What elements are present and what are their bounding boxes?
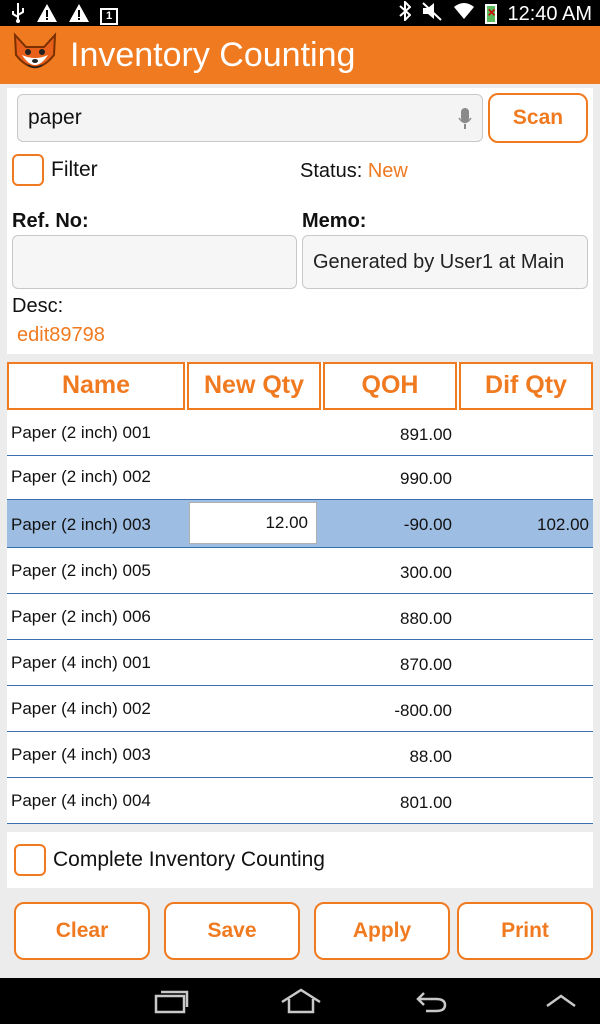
cell-name: Paper (4 inch) 002	[11, 699, 151, 718]
wifi-icon	[453, 1, 475, 27]
back-icon[interactable]	[414, 988, 448, 1019]
table-row[interactable]: Paper (4 inch) 004 801.00	[7, 778, 593, 824]
memo-label: Memo:	[302, 210, 367, 232]
cell-qoh: 88.00	[409, 747, 452, 766]
column-header-name[interactable]: Name	[7, 362, 185, 410]
complete-label: Complete Inventory Counting	[53, 848, 325, 871]
clock: 12:40 AM	[507, 3, 592, 25]
table-row[interactable]: Paper (2 inch) 006 880.00	[7, 594, 593, 640]
memo-field[interactable]: Generated by User1 at Main	[302, 235, 588, 289]
filter-label: Filter	[51, 158, 98, 181]
status-label: Status: New	[300, 160, 408, 183]
cell-name: Paper (4 inch) 003	[11, 745, 151, 764]
cell-dif-qty: 102.00	[537, 515, 589, 534]
cell-name: Paper (2 inch) 001	[11, 423, 151, 442]
table-row[interactable]: Paper (2 inch) 001 891.00	[7, 410, 593, 456]
chevron-up-icon[interactable]	[544, 988, 578, 1019]
search-input[interactable]	[28, 95, 448, 141]
complete-checkbox[interactable]	[14, 844, 46, 876]
table-row-selected[interactable]: Paper (2 inch) 003 12.00 -90.00 102.00	[7, 500, 593, 548]
microphone-icon[interactable]	[458, 107, 472, 136]
cell-qoh: 300.00	[400, 563, 452, 582]
new-qty-input[interactable]: 12.00	[189, 502, 317, 544]
title-bar: Inventory Counting	[0, 26, 600, 84]
status-bar: 1 12:40 AM	[0, 0, 600, 26]
cell-qoh: 870.00	[400, 655, 452, 674]
table-header: Name New Qty QOH Dif Qty	[7, 362, 593, 410]
cell-qoh: 891.00	[400, 425, 452, 444]
navigation-bar	[0, 978, 600, 1024]
form-panel: Scan Filter Status: New Ref. No: Memo: G…	[7, 88, 593, 354]
bluetooth-icon	[399, 0, 412, 27]
table-row[interactable]: Paper (2 inch) 002 990.00	[7, 456, 593, 500]
cell-qoh: 801.00	[400, 793, 452, 812]
cell-qoh: -90.00	[403, 515, 452, 534]
cell-name: Paper (2 inch) 003	[11, 515, 151, 534]
cell-name: Paper (4 inch) 004	[11, 791, 151, 810]
ref-no-label: Ref. No:	[12, 210, 89, 232]
apply-button[interactable]: Apply	[314, 902, 450, 960]
page-title: Inventory Counting	[70, 35, 356, 74]
fox-logo-icon	[10, 31, 60, 79]
filter-checkbox[interactable]	[12, 154, 44, 186]
cell-name: Paper (2 inch) 002	[11, 467, 151, 486]
desc-value[interactable]: edit89798	[17, 324, 105, 347]
complete-panel: Complete Inventory Counting	[7, 832, 593, 888]
print-button[interactable]: Print	[457, 902, 593, 960]
column-header-new-qty[interactable]: New Qty	[187, 362, 321, 410]
cell-qoh: 880.00	[400, 609, 452, 628]
desc-label: Desc:	[12, 295, 64, 317]
inventory-table: Name New Qty QOH Dif Qty Paper (2 inch) …	[7, 362, 593, 824]
cell-qoh: 990.00	[400, 469, 452, 488]
column-header-qoh[interactable]: QOH	[323, 362, 457, 410]
table-row[interactable]: Paper (4 inch) 003 88.00	[7, 732, 593, 778]
status-value: New	[367, 160, 408, 182]
cell-name: Paper (2 inch) 005	[11, 561, 151, 580]
scan-button[interactable]: Scan	[488, 93, 588, 143]
table-row[interactable]: Paper (4 inch) 001 870.00	[7, 640, 593, 686]
battery-icon	[485, 4, 498, 24]
cell-name: Paper (2 inch) 006	[11, 607, 151, 626]
home-icon[interactable]	[280, 988, 322, 1019]
clear-button[interactable]: Clear	[14, 902, 150, 960]
status-label-text: Status:	[300, 160, 363, 182]
column-header-dif-qty[interactable]: Dif Qty	[459, 362, 593, 410]
cell-qoh: -800.00	[394, 701, 452, 720]
table-row[interactable]: Paper (2 inch) 005 300.00	[7, 548, 593, 594]
save-button[interactable]: Save	[164, 902, 300, 960]
search-box	[17, 94, 483, 142]
notification-1-icon: 1	[100, 7, 118, 25]
ref-no-field[interactable]	[12, 235, 297, 289]
recent-apps-icon[interactable]	[152, 988, 190, 1019]
cell-name: Paper (4 inch) 001	[11, 653, 151, 672]
table-row[interactable]: Paper (4 inch) 002 -800.00	[7, 686, 593, 732]
mute-icon	[421, 1, 443, 27]
